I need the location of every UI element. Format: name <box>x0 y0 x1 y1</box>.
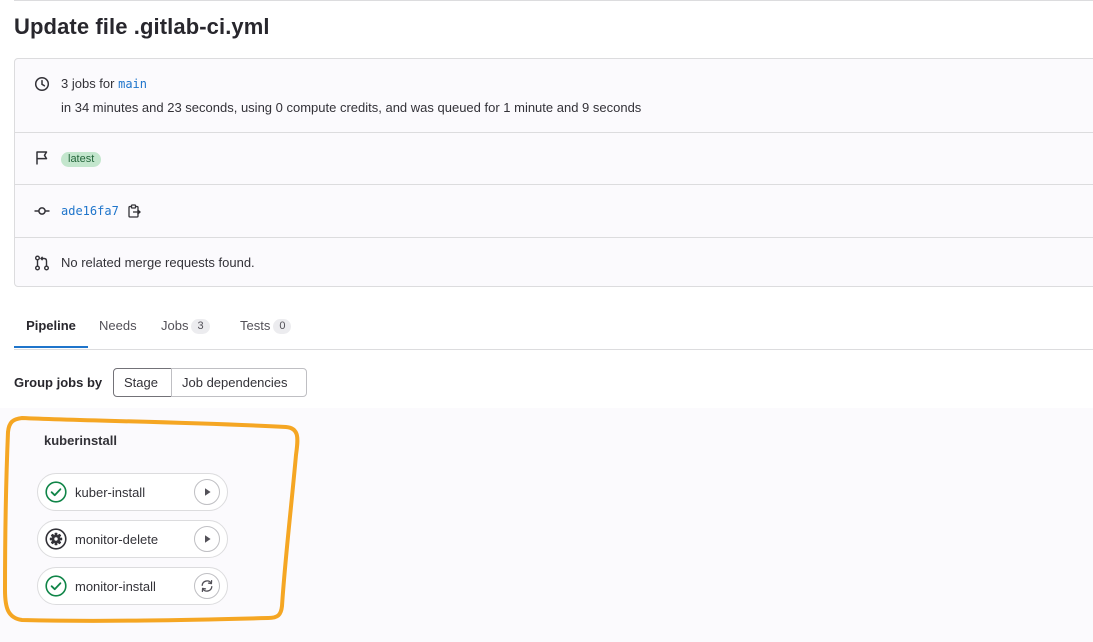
badges-container: latest <box>61 150 102 167</box>
info-row-badges: latest <box>15 133 1093 185</box>
tab-jobs[interactable]: Jobs 3 <box>161 304 210 348</box>
tab-tests-count: 0 <box>273 319 292 334</box>
group-by-job-dependencies-button[interactable]: Job dependencies <box>171 368 307 397</box>
job-name: kuber-install <box>75 485 146 500</box>
tab-pipeline-label: Pipeline <box>26 318 76 333</box>
check-circle-icon <box>45 575 67 597</box>
retry-icon <box>201 579 213 593</box>
jobs-count-text: 3 jobs for <box>61 76 115 91</box>
play-button[interactable] <box>194 479 220 505</box>
tab-jobs-count: 3 <box>191 319 210 334</box>
group-jobs-label: Group jobs by <box>14 375 103 390</box>
info-row-merge-requests: No related merge requests found. <box>15 238 1093 288</box>
play-icon <box>205 535 211 543</box>
tab-needs[interactable]: Needs <box>99 304 137 348</box>
job-kuber-install[interactable]: kuber-install <box>37 473 228 511</box>
job-monitor-delete[interactable]: monitor-delete <box>37 520 228 558</box>
duration-text: in 34 minutes and 23 seconds, using 0 co… <box>61 100 642 115</box>
merge-requests-text: No related merge requests found. <box>61 255 255 270</box>
job-monitor-install[interactable]: monitor-install <box>37 567 228 605</box>
pipeline-info-card: 3 jobs for main in 34 minutes and 23 sec… <box>14 58 1093 287</box>
tab-jobs-label: Jobs <box>161 318 189 333</box>
commit-container: ade16fa7 <box>61 203 142 218</box>
job-name: monitor-delete <box>75 532 159 547</box>
retry-button[interactable] <box>194 573 220 599</box>
play-button[interactable] <box>194 526 220 552</box>
tab-needs-label: Needs <box>99 318 137 333</box>
top-divider <box>14 0 1093 1</box>
play-icon <box>205 488 211 496</box>
commit-icon <box>34 207 50 215</box>
check-circle-icon <box>45 481 67 503</box>
tab-tests[interactable]: Tests 0 <box>240 304 292 348</box>
info-row-commit: ade16fa7 <box>15 185 1093 238</box>
job-name: monitor-install <box>75 579 156 594</box>
flag-icon <box>36 151 48 165</box>
merge-request-icon <box>35 255 49 271</box>
tab-tests-label: Tests <box>240 318 271 333</box>
pipeline-tabs: Pipeline Needs Jobs 3 Tests 0 <box>14 304 1093 350</box>
copy-icon[interactable] <box>128 204 142 218</box>
page-title: Update file .gitlab-ci.yml <box>14 14 270 39</box>
jobs-summary: 3 jobs for main <box>61 76 147 91</box>
stage-name: kuberinstall <box>44 433 117 448</box>
latest-badge: latest <box>61 152 102 167</box>
tab-pipeline[interactable]: Pipeline <box>14 304 88 348</box>
clock-icon <box>34 76 50 92</box>
group-by-stage-button[interactable]: Stage <box>113 368 172 397</box>
branch-link[interactable]: main <box>118 77 147 91</box>
commit-sha-link[interactable]: ade16fa7 <box>61 204 119 218</box>
gear-icon <box>45 528 67 550</box>
info-row-jobs: 3 jobs for main in 34 minutes and 23 sec… <box>15 59 1093 133</box>
